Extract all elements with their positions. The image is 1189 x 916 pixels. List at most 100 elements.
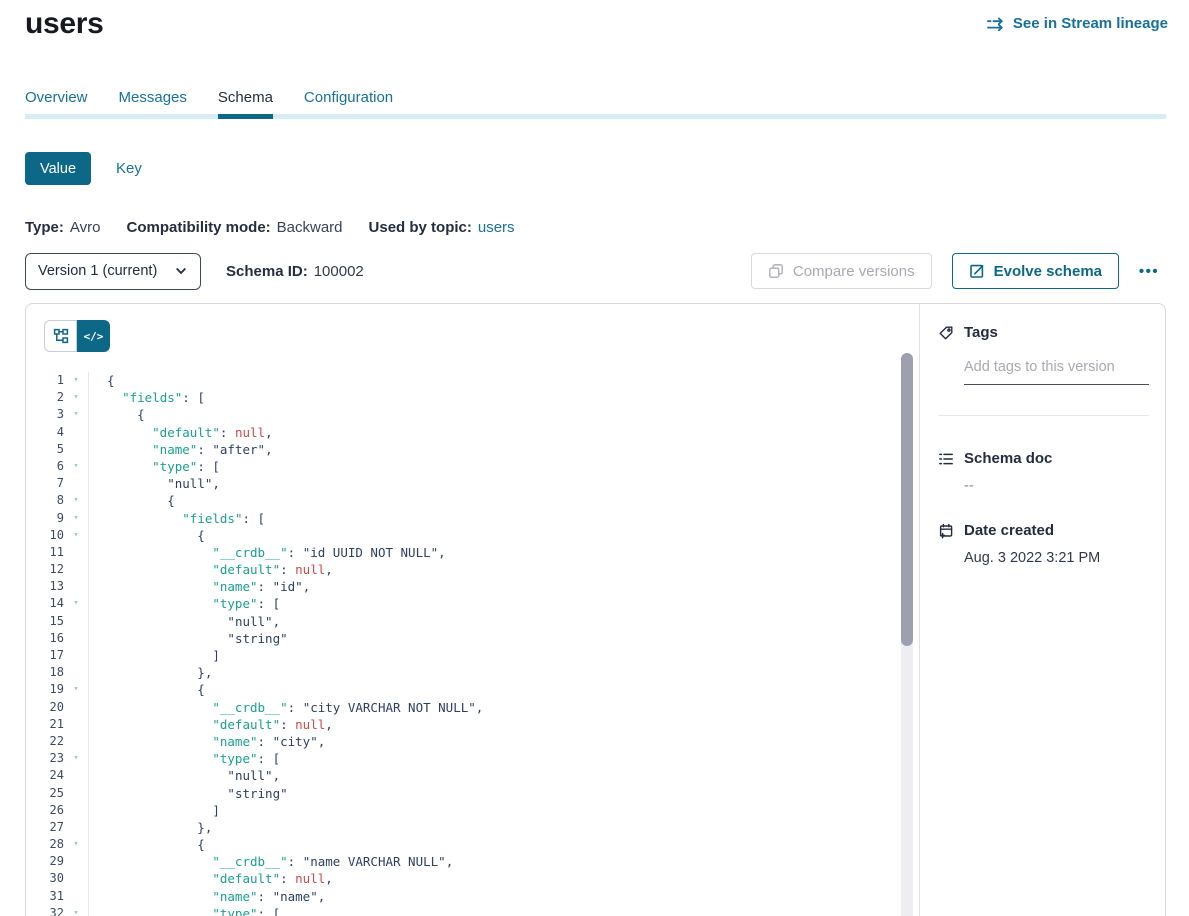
code-line: 17 ] bbox=[26, 647, 919, 664]
tag-icon bbox=[938, 325, 954, 341]
compatibility-label: Compatibility mode: bbox=[126, 219, 270, 236]
schema-id-value: 100002 bbox=[314, 263, 364, 280]
tab-bar: Overview Messages Schema Configuration bbox=[25, 89, 393, 116]
evolve-schema-icon bbox=[969, 263, 985, 279]
code-text: "string" bbox=[88, 785, 919, 802]
schema-id-label: Schema ID: bbox=[226, 263, 308, 280]
line-number: 7 bbox=[26, 475, 64, 492]
used-by-topic-label: Used by topic: bbox=[369, 219, 472, 236]
code-text: "__crdb__": "name VARCHAR NULL", bbox=[88, 853, 919, 870]
key-toggle-button[interactable]: Key bbox=[116, 160, 142, 177]
type-pair: Type:Avro bbox=[25, 219, 100, 236]
tab-messages[interactable]: Messages bbox=[119, 89, 187, 116]
tab-configuration[interactable]: Configuration bbox=[304, 89, 393, 116]
date-created-section: Date created Aug. 3 2022 3:21 PM bbox=[938, 522, 1149, 566]
tree-view-icon bbox=[53, 328, 69, 344]
fold-spacer bbox=[64, 870, 88, 887]
line-number: 29 bbox=[26, 853, 64, 870]
line-number: 26 bbox=[26, 802, 64, 819]
code-text: "__crdb__": "city VARCHAR NOT NULL", bbox=[88, 699, 919, 716]
fold-arrow-icon[interactable]: ▾ bbox=[64, 389, 88, 406]
stream-lineage-link[interactable]: See in Stream lineage bbox=[987, 15, 1168, 32]
fold-arrow-icon[interactable]: ▾ bbox=[64, 750, 88, 767]
fold-spacer bbox=[64, 819, 88, 836]
code-line: 31 "name": "name", bbox=[26, 888, 919, 905]
fold-spacer bbox=[64, 561, 88, 578]
line-number: 17 bbox=[26, 647, 64, 664]
tab-schema[interactable]: Schema bbox=[218, 89, 273, 116]
fold-arrow-icon[interactable]: ▾ bbox=[64, 527, 88, 544]
fold-arrow-icon[interactable]: ▾ bbox=[64, 836, 88, 853]
value-toggle-button[interactable]: Value bbox=[25, 152, 91, 185]
tab-underline-track bbox=[25, 114, 1166, 119]
code-line: 23▾ "type": [ bbox=[26, 750, 919, 767]
schema-doc-section: Schema doc -- bbox=[938, 450, 1149, 494]
code-line: 20 "__crdb__": "city VARCHAR NOT NULL", bbox=[26, 699, 919, 716]
fold-spacer bbox=[64, 578, 88, 595]
code-text: }, bbox=[88, 664, 919, 681]
code-text: "name": "name", bbox=[88, 888, 919, 905]
fold-spacer bbox=[64, 716, 88, 733]
code-text: "null", bbox=[88, 475, 919, 492]
stream-lineage-icon bbox=[987, 17, 1005, 31]
code-text: { bbox=[88, 527, 919, 544]
line-number: 11 bbox=[26, 544, 64, 561]
code-lines: 1▾{2▾ "fields": [3▾ {4 "default": null,5… bbox=[26, 372, 919, 916]
schema-view-toggle: </> bbox=[44, 320, 110, 352]
code-text: "fields": [ bbox=[88, 389, 919, 406]
schema-code-pane: </> 1▾{2▾ "fields": [3▾ {4 "default": nu… bbox=[26, 304, 919, 916]
code-scrollbar-track[interactable] bbox=[901, 353, 913, 916]
schema-doc-heading-label: Schema doc bbox=[964, 450, 1052, 467]
fold-arrow-icon[interactable]: ▾ bbox=[64, 372, 88, 389]
code-text: { bbox=[88, 372, 919, 389]
code-text: "name": "id", bbox=[88, 578, 919, 595]
line-number: 20 bbox=[26, 699, 64, 716]
code-line: 10▾ { bbox=[26, 527, 919, 544]
more-actions-button[interactable]: ••• bbox=[1132, 263, 1166, 280]
compatibility-value: Backward bbox=[277, 219, 343, 236]
line-number: 5 bbox=[26, 441, 64, 458]
tree-view-button[interactable] bbox=[44, 320, 77, 352]
calendar-plus-icon bbox=[938, 523, 954, 539]
code-view-button[interactable]: </> bbox=[77, 320, 110, 352]
tags-input[interactable] bbox=[964, 357, 1149, 385]
line-number: 16 bbox=[26, 630, 64, 647]
line-number: 4 bbox=[26, 424, 64, 441]
fold-spacer bbox=[64, 767, 88, 784]
line-number: 15 bbox=[26, 613, 64, 630]
fold-spacer bbox=[64, 441, 88, 458]
fold-arrow-icon[interactable]: ▾ bbox=[64, 510, 88, 527]
chevron-down-icon bbox=[174, 264, 188, 278]
fold-arrow-icon[interactable]: ▾ bbox=[64, 905, 88, 916]
code-text: "__crdb__": "id UUID NOT NULL", bbox=[88, 544, 919, 561]
topic-link[interactable]: users bbox=[478, 219, 515, 236]
code-text: }, bbox=[88, 819, 919, 836]
compatibility-pair: Compatibility mode: Backward bbox=[126, 219, 342, 236]
code-line: 4 "default": null, bbox=[26, 424, 919, 441]
code-text: "string" bbox=[88, 630, 919, 647]
code-text: "null", bbox=[88, 613, 919, 630]
line-number: 31 bbox=[26, 888, 64, 905]
compare-versions-button[interactable]: Compare versions bbox=[751, 253, 932, 289]
fold-arrow-icon[interactable]: ▾ bbox=[64, 458, 88, 475]
code-text: { bbox=[88, 681, 919, 698]
code-text: "default": null, bbox=[88, 424, 919, 441]
code-line: 18 }, bbox=[26, 664, 919, 681]
code-text: { bbox=[88, 836, 919, 853]
date-created-heading-label: Date created bbox=[964, 522, 1054, 539]
stream-lineage-label: See in Stream lineage bbox=[1013, 15, 1168, 32]
fold-spacer bbox=[64, 475, 88, 492]
line-number: 19 bbox=[26, 681, 64, 698]
fold-arrow-icon[interactable]: ▾ bbox=[64, 492, 88, 509]
evolve-schema-button[interactable]: Evolve schema bbox=[952, 253, 1119, 289]
code-line: 30 "default": null, bbox=[26, 870, 919, 887]
fold-spacer bbox=[64, 802, 88, 819]
code-scrollbar-thumb[interactable] bbox=[901, 353, 913, 646]
code-line: 24 "null", bbox=[26, 767, 919, 784]
fold-arrow-icon[interactable]: ▾ bbox=[64, 595, 88, 612]
schema-id: Schema ID: 100002 bbox=[226, 263, 364, 280]
fold-arrow-icon[interactable]: ▾ bbox=[64, 681, 88, 698]
tab-overview[interactable]: Overview bbox=[25, 89, 88, 116]
fold-arrow-icon[interactable]: ▾ bbox=[64, 406, 88, 423]
version-select[interactable]: Version 1 (current) bbox=[25, 253, 201, 290]
